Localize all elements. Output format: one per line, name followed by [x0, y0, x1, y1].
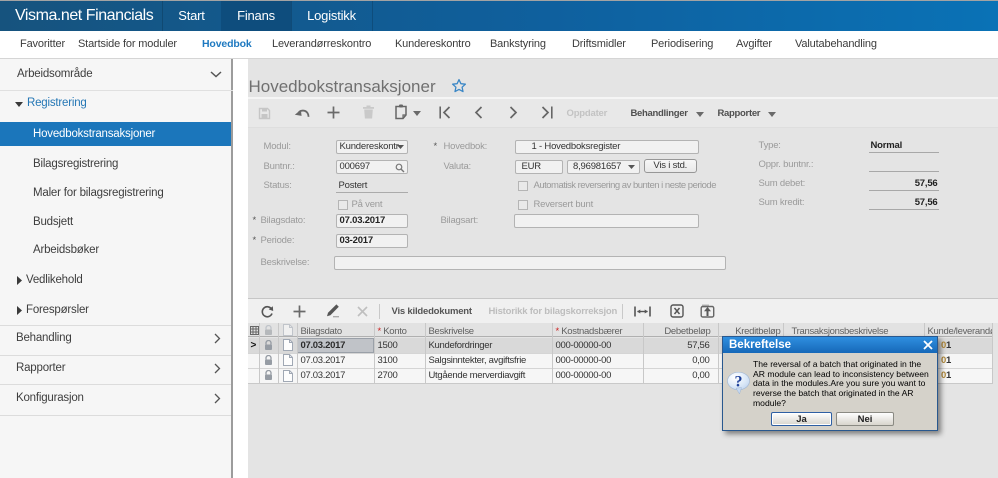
svg-text:?: ? — [734, 373, 742, 390]
